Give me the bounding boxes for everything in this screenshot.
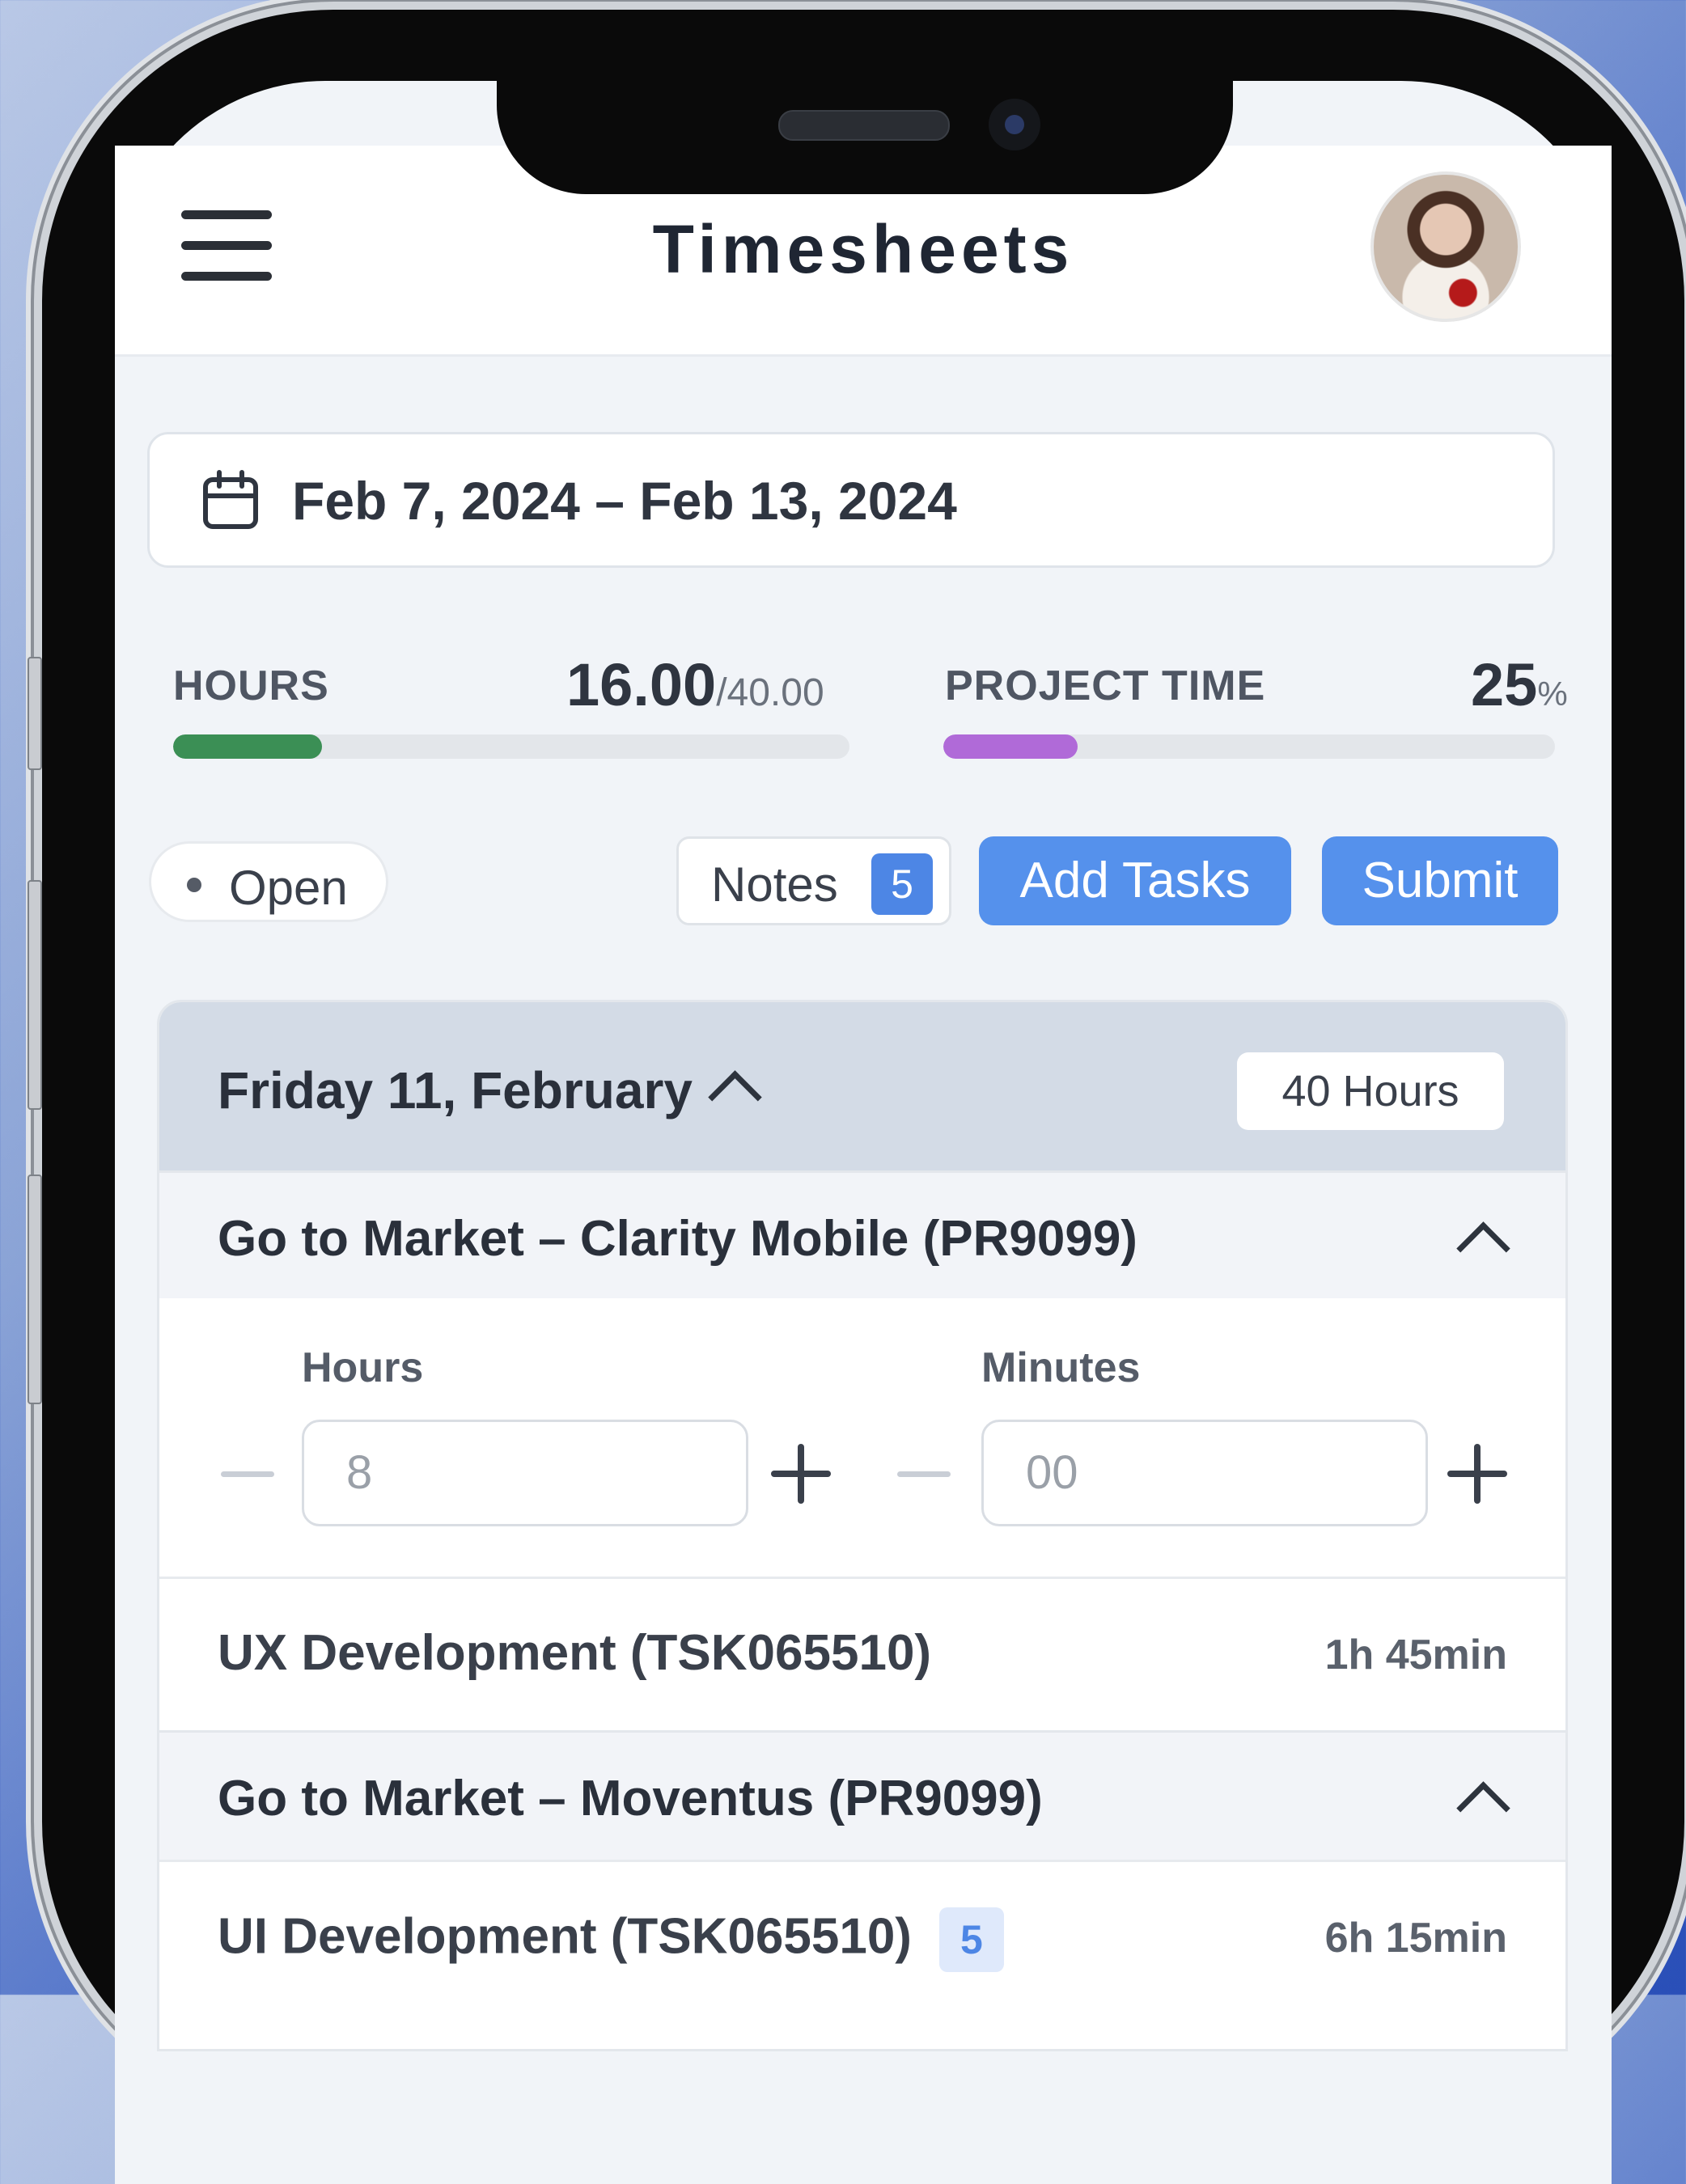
task-title: UX Development (TSK065510) xyxy=(218,1625,932,1681)
date-range-text: Feb 7, 2024 – Feb 13, 2024 xyxy=(292,471,957,531)
project-time-value: 25 xyxy=(1471,651,1538,718)
hours-field-label: Hours xyxy=(302,1344,424,1391)
speaker xyxy=(778,110,950,141)
project-row[interactable]: Go to Market – Clarity Mobile (PR9099) xyxy=(159,1170,1565,1301)
chevron-up-icon[interactable] xyxy=(708,1070,762,1124)
status-dot-icon xyxy=(187,878,201,892)
date-range-picker[interactable]: Feb 7, 2024 – Feb 13, 2024 xyxy=(147,432,1555,568)
day-header[interactable]: Friday 11, February 40 Hours xyxy=(159,1002,1565,1170)
project-title: Go to Market – Moventus (PR9099) xyxy=(218,1771,1043,1826)
notes-label: Notes xyxy=(711,857,838,912)
hours-progress-fill xyxy=(173,734,322,759)
minutes-input[interactable]: 00 xyxy=(981,1420,1428,1526)
task-notes-badge: 5 xyxy=(938,1907,1004,1972)
hours-stat-label: HOURS xyxy=(173,662,329,709)
side-button-volume-up xyxy=(28,880,42,1110)
task-row[interactable]: UI Development (TSK065510) 5 6h 15min xyxy=(159,1860,1565,2011)
project-time-stat-label: PROJECT TIME xyxy=(945,662,1266,709)
chevron-up-icon[interactable] xyxy=(1456,1781,1510,1835)
day-card: Friday 11, February 40 Hours Go to Marke… xyxy=(157,1000,1568,2051)
status-badge: Open xyxy=(149,841,388,922)
minutes-increment-icon[interactable] xyxy=(1447,1444,1507,1504)
hours-total: /40.00 xyxy=(716,671,824,714)
day-title: Friday 11, February xyxy=(218,1061,693,1120)
hours-increment-icon[interactable] xyxy=(771,1444,831,1504)
hours-stat-value: 16.00/40.00 xyxy=(566,650,824,719)
hours-input[interactable]: 8 xyxy=(302,1420,748,1526)
task-time: 6h 15min xyxy=(1324,1915,1507,1962)
add-tasks-button[interactable]: Add Tasks xyxy=(979,836,1291,925)
calendar-icon xyxy=(203,470,258,529)
minutes-decrement-icon[interactable] xyxy=(897,1471,951,1477)
hours-value: 16.00 xyxy=(566,651,717,718)
project-row[interactable]: Go to Market – Moventus (PR9099) xyxy=(159,1730,1565,1860)
notes-button[interactable]: Notes 5 xyxy=(676,836,951,925)
hours-decrement-icon[interactable] xyxy=(221,1471,274,1477)
task-title-text: UI Development (TSK065510) xyxy=(218,1908,912,1965)
task-row[interactable]: UX Development (TSK065510) 1h 45min xyxy=(159,1577,1565,1728)
submit-button[interactable]: Submit xyxy=(1322,836,1558,925)
time-entry: Hours Minutes 8 00 xyxy=(159,1298,1565,1606)
notes-count-badge: 5 xyxy=(871,853,933,915)
side-button-mute xyxy=(28,657,42,770)
project-time-unit: % xyxy=(1537,675,1568,713)
task-time: 1h 45min xyxy=(1324,1632,1507,1678)
project-time-progress-bar xyxy=(943,734,1555,759)
hours-progress-bar xyxy=(173,734,849,759)
project-title: Go to Market – Clarity Mobile (PR9099) xyxy=(218,1211,1137,1267)
front-camera xyxy=(989,99,1040,150)
project-time-stat-value: 25% xyxy=(1471,650,1568,719)
status-text: Open xyxy=(229,861,348,915)
minutes-field-label: Minutes xyxy=(981,1344,1141,1391)
project-time-progress-fill xyxy=(943,734,1078,759)
side-button-volume-down xyxy=(28,1175,42,1404)
user-avatar[interactable] xyxy=(1370,171,1521,322)
chevron-up-icon[interactable] xyxy=(1456,1221,1510,1276)
day-hours-badge: 40 Hours xyxy=(1237,1052,1504,1130)
task-title: UI Development (TSK065510) 5 xyxy=(218,1907,1004,1972)
